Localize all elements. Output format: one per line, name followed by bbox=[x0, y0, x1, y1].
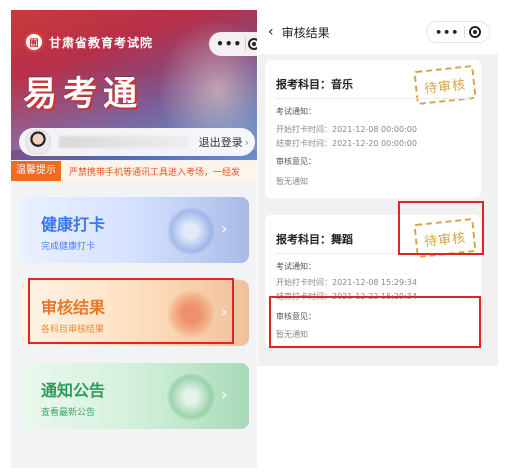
more-icon[interactable]: ••• bbox=[435, 26, 459, 39]
username-blurred bbox=[59, 136, 189, 148]
header-banner: 囿 甘肃省教育考试院 ••• 易考通 退出登录 › bbox=[11, 10, 257, 160]
app-title: 易考通 bbox=[23, 74, 143, 114]
org-name: 甘肃省教育考试院 bbox=[49, 36, 154, 50]
subject-label: 报考科目： bbox=[276, 233, 331, 246]
subject-value: 音乐 bbox=[331, 78, 353, 91]
capsule-divider bbox=[463, 26, 465, 38]
checkin-start-time: 开始打卡时间：2021-12-08 00:00:00 bbox=[276, 125, 417, 134]
subject-line: 报考科目：舞蹈 bbox=[276, 231, 353, 247]
user-bar: 退出登录 › bbox=[19, 128, 255, 156]
result-card: 报考科目：音乐 待审核 考试通知： 开始打卡时间：2021-12-08 00:0… bbox=[265, 60, 481, 198]
chevron-right-icon: › bbox=[221, 385, 228, 404]
announcement-card[interactable]: 通知公告 查看最新公告 › bbox=[19, 363, 249, 429]
avatar bbox=[25, 129, 51, 155]
notice-bar: 温馨提示 严禁携带手机等通讯工具进入考场，一经发 bbox=[11, 161, 257, 181]
home-screen: 囿 甘肃省教育考试院 ••• 易考通 退出登录 › 温馨提示 严禁携带手机等通讯工… bbox=[11, 10, 257, 468]
health-checkin-subtitle: 完成健康打卡 bbox=[41, 242, 96, 252]
health-checkin-title: 健康打卡 bbox=[41, 215, 106, 234]
back-icon[interactable]: ‹ bbox=[268, 24, 274, 40]
highlight-box-stamp bbox=[398, 201, 484, 255]
logout-label: 退出登录 bbox=[198, 136, 243, 149]
subject-label: 报考科目： bbox=[276, 78, 331, 91]
exam-notice-label: 考试通知： bbox=[276, 262, 316, 271]
announcement-title: 通知公告 bbox=[41, 381, 106, 400]
screenshot-root: 囿 甘肃省教育考试院 ••• 易考通 退出登录 › 温馨提示 严禁携带手机等通讯工… bbox=[0, 0, 506, 474]
exam-notice-label: 考试通知： bbox=[276, 107, 316, 116]
health-illustration bbox=[167, 207, 215, 255]
announcement-subtitle: 查看最新公告 bbox=[41, 408, 96, 418]
pending-stamp: 待审核 bbox=[413, 64, 477, 106]
megaphone-illustration bbox=[167, 373, 215, 421]
org-logo-icon: 囿 bbox=[24, 32, 44, 52]
notice-text: 严禁携带手机等通讯工具进入考场，一经发 bbox=[69, 167, 241, 178]
checkin-start-time: 开始打卡时间：2021-12-08 15:29:34 bbox=[276, 278, 417, 287]
miniprogram-capsule: ••• bbox=[209, 32, 257, 56]
chevron-right-icon: › bbox=[244, 136, 249, 149]
close-miniprogram-icon[interactable] bbox=[247, 38, 257, 50]
page-title: 审核结果 bbox=[281, 25, 330, 40]
capsule-divider bbox=[244, 37, 246, 51]
subject-line: 报考科目：音乐 bbox=[276, 76, 353, 92]
notice-tag: 温馨提示 bbox=[11, 161, 61, 181]
nav-bar: ‹ 审核结果 ••• bbox=[258, 10, 498, 54]
logout-button[interactable]: 退出登录 › bbox=[199, 134, 249, 150]
stamp-label: 待审核 bbox=[423, 77, 467, 97]
miniprogram-capsule: ••• bbox=[426, 21, 490, 43]
more-icon[interactable]: ••• bbox=[216, 37, 242, 51]
checkin-end-time: 结束打卡时间：2021-12-20 00:00:00 bbox=[276, 139, 417, 148]
audit-opinion-label: 审核意见： bbox=[276, 157, 316, 166]
highlight-box-audit-card bbox=[28, 278, 234, 344]
highlight-box-opinion bbox=[269, 296, 481, 348]
health-checkin-card[interactable]: 健康打卡 完成健康打卡 › bbox=[19, 197, 249, 263]
chevron-right-icon: › bbox=[221, 219, 228, 238]
divider bbox=[275, 98, 471, 99]
audit-opinion-value: 暂无通知 bbox=[276, 177, 308, 186]
close-miniprogram-icon[interactable] bbox=[468, 26, 481, 38]
subject-value: 舞蹈 bbox=[331, 233, 353, 246]
